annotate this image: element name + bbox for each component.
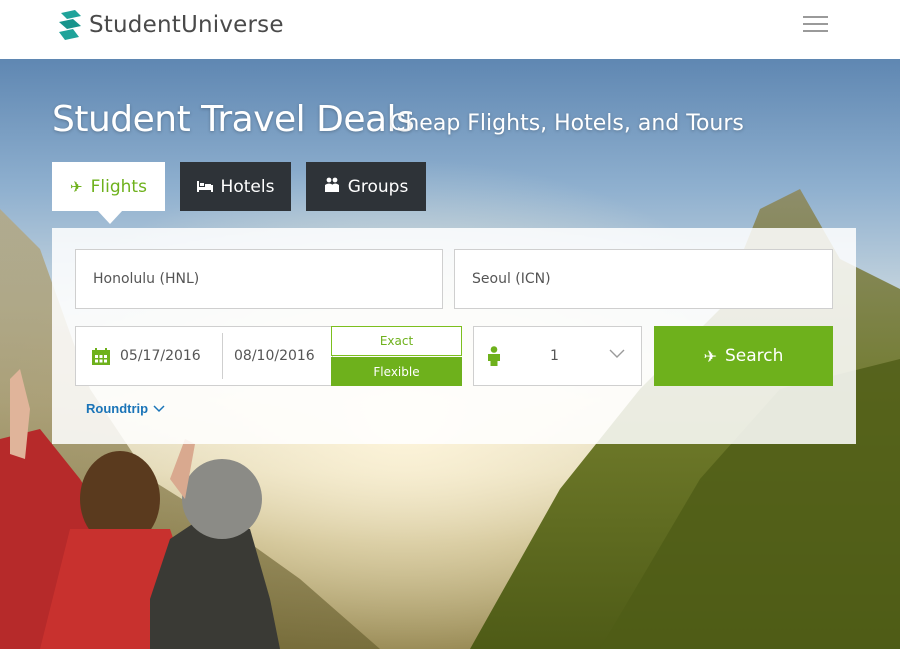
group-icon <box>324 177 340 196</box>
bed-icon <box>196 178 213 196</box>
depart-date[interactable]: 05/17/2016 <box>120 327 201 385</box>
flight-search-form: Honolulu (HNL) Seoul (ICN) 05/17/2016 08… <box>52 228 856 444</box>
tab-flights[interactable]: ✈ Flights <box>52 162 165 211</box>
search-button-label: Search <box>725 346 784 366</box>
trip-type-dropdown[interactable]: Roundtrip <box>86 401 165 416</box>
exact-dates-button[interactable]: Exact <box>331 326 462 356</box>
tab-hotels-label: Hotels <box>220 176 275 197</box>
tab-hotels[interactable]: Hotels <box>180 162 291 211</box>
search-button[interactable]: ✈ Search <box>654 326 833 386</box>
hamburger-menu-icon[interactable] <box>803 16 828 33</box>
tab-groups[interactable]: Groups <box>306 162 426 211</box>
hero-title: Student Travel Deals <box>52 99 415 140</box>
return-date[interactable]: 08/10/2016 <box>234 327 315 385</box>
active-tab-pointer <box>97 210 123 224</box>
studentuniverse-logo-icon <box>59 10 81 40</box>
hero-subtitle: Cheap Flights, Hotels, and Tours <box>390 111 744 136</box>
airplane-icon: ✈ <box>70 177 83 196</box>
date-picker[interactable]: 05/17/2016 08/10/2016 <box>75 326 333 386</box>
chevron-down-icon <box>153 404 165 412</box>
site-header: StudentUniverse <box>0 0 900 59</box>
brand-name: StudentUniverse <box>89 12 284 38</box>
calendar-icon <box>92 348 110 365</box>
travelers-select[interactable]: 1 <box>473 326 642 386</box>
date-divider <box>222 333 223 379</box>
destination-input[interactable]: Seoul (ICN) <box>454 249 833 309</box>
brand-logo[interactable]: StudentUniverse <box>57 10 284 40</box>
tab-flights-label: Flights <box>90 176 147 197</box>
hero-section: Student Travel Deals Cheap Flights, Hote… <box>0 59 900 649</box>
travelers-count: 1 <box>550 348 559 364</box>
airplane-icon: ✈ <box>703 346 717 366</box>
person-icon <box>488 346 500 366</box>
flexible-dates-button[interactable]: Flexible <box>331 357 462 386</box>
trip-type-label: Roundtrip <box>86 401 149 416</box>
tab-groups-label: Groups <box>347 176 409 197</box>
origin-input[interactable]: Honolulu (HNL) <box>75 249 443 309</box>
chevron-down-icon <box>609 349 625 358</box>
